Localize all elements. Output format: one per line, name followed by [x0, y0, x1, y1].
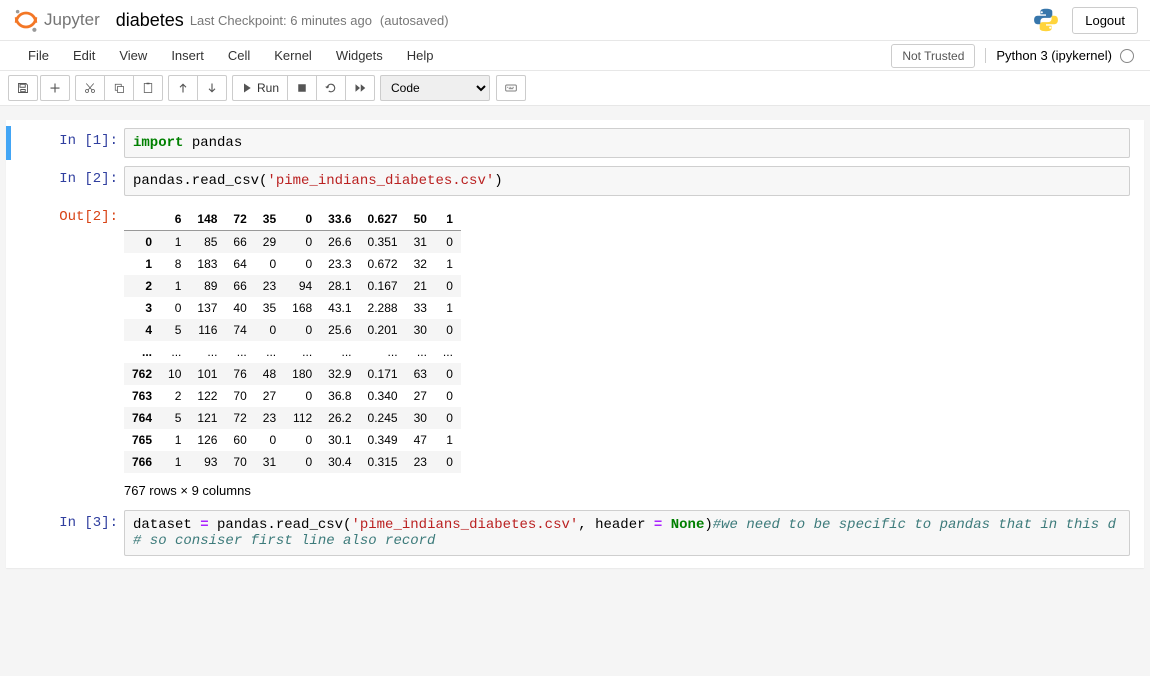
code-input[interactable]: pandas.read_csv('pime_indians_diabetes.c…: [124, 166, 1130, 196]
cut-button[interactable]: [75, 75, 105, 101]
celltype-select[interactable]: Code: [380, 75, 490, 101]
notebook: In [1]: import pandas In [2]: pandas.rea…: [6, 120, 1144, 568]
notebook-container: In [1]: import pandas In [2]: pandas.rea…: [0, 106, 1150, 676]
restart-run-all-button[interactable]: [345, 75, 375, 101]
cut-icon: [84, 82, 96, 94]
input-prompt: In [3]:: [20, 510, 124, 556]
output-prompt: Out[2]:: [20, 204, 124, 502]
code-cell-1[interactable]: In [1]: import pandas: [6, 126, 1144, 160]
run-button[interactable]: Run: [232, 75, 288, 101]
code-cell-2[interactable]: In [2]: pandas.read_csv('pime_indians_di…: [6, 164, 1144, 198]
toolbar: Run Code: [0, 71, 1150, 106]
trust-button[interactable]: Not Trusted: [891, 44, 975, 68]
stop-icon: [296, 82, 308, 94]
kernel-indicator[interactable]: Python 3 (ipykernel): [985, 48, 1134, 63]
copy-button[interactable]: [104, 75, 134, 101]
python-icon: [1032, 6, 1060, 34]
copy-icon: [113, 82, 125, 94]
jupyter-icon: [12, 6, 40, 34]
keyboard-icon: [505, 82, 517, 94]
kernel-name: Python 3 (ipykernel): [996, 48, 1112, 63]
save-button[interactable]: [8, 75, 38, 101]
code-cell-3[interactable]: In [3]: dataset = pandas.read_csv('pime_…: [6, 508, 1144, 558]
restart-button[interactable]: [316, 75, 346, 101]
autosaved-text: (autosaved): [380, 13, 449, 28]
jupyter-logo[interactable]: Jupyter: [12, 6, 100, 34]
menu-file[interactable]: File: [16, 42, 61, 69]
move-down-button[interactable]: [197, 75, 227, 101]
logo-text: Jupyter: [44, 10, 100, 30]
interrupt-button[interactable]: [287, 75, 317, 101]
menubar: File Edit View Insert Cell Kernel Widget…: [0, 41, 1150, 71]
insert-cell-button[interactable]: [40, 75, 70, 101]
arrow-up-icon: [177, 82, 189, 94]
code-input[interactable]: import pandas: [124, 128, 1130, 158]
play-icon: [241, 82, 253, 94]
header: Jupyter diabetes Last Checkpoint: 6 minu…: [0, 0, 1150, 41]
notebook-title[interactable]: diabetes: [116, 10, 184, 31]
menu-widgets[interactable]: Widgets: [324, 42, 395, 69]
paste-icon: [142, 82, 154, 94]
dataframe-table: 61487235033.60.62750101856629026.60.3513…: [124, 208, 461, 473]
paste-button[interactable]: [133, 75, 163, 101]
restart-icon: [325, 82, 337, 94]
menu-cell[interactable]: Cell: [216, 42, 262, 69]
arrow-down-icon: [206, 82, 218, 94]
menu-edit[interactable]: Edit: [61, 42, 107, 69]
checkpoint-text: Last Checkpoint: 6 minutes ago: [190, 13, 372, 28]
menu-view[interactable]: View: [107, 42, 159, 69]
logout-button[interactable]: Logout: [1072, 7, 1138, 34]
menu-insert[interactable]: Insert: [159, 42, 216, 69]
save-icon: [17, 82, 29, 94]
menu-kernel[interactable]: Kernel: [262, 42, 324, 69]
input-prompt: In [2]:: [20, 166, 124, 196]
run-label: Run: [257, 81, 279, 95]
command-palette-button[interactable]: [496, 75, 526, 101]
plus-icon: [49, 82, 61, 94]
dataframe-output: 61487235033.60.62750101856629026.60.3513…: [124, 204, 1130, 502]
fast-forward-icon: [354, 82, 366, 94]
kernel-status-icon: [1120, 49, 1134, 63]
output-cell-2: Out[2]: 61487235033.60.62750101856629026…: [6, 202, 1144, 504]
input-prompt: In [1]:: [20, 128, 124, 158]
menu-help[interactable]: Help: [395, 42, 446, 69]
move-up-button[interactable]: [168, 75, 198, 101]
dataframe-caption: 767 rows × 9 columns: [124, 483, 1130, 498]
code-input[interactable]: dataset = pandas.read_csv('pime_indians_…: [124, 510, 1130, 556]
